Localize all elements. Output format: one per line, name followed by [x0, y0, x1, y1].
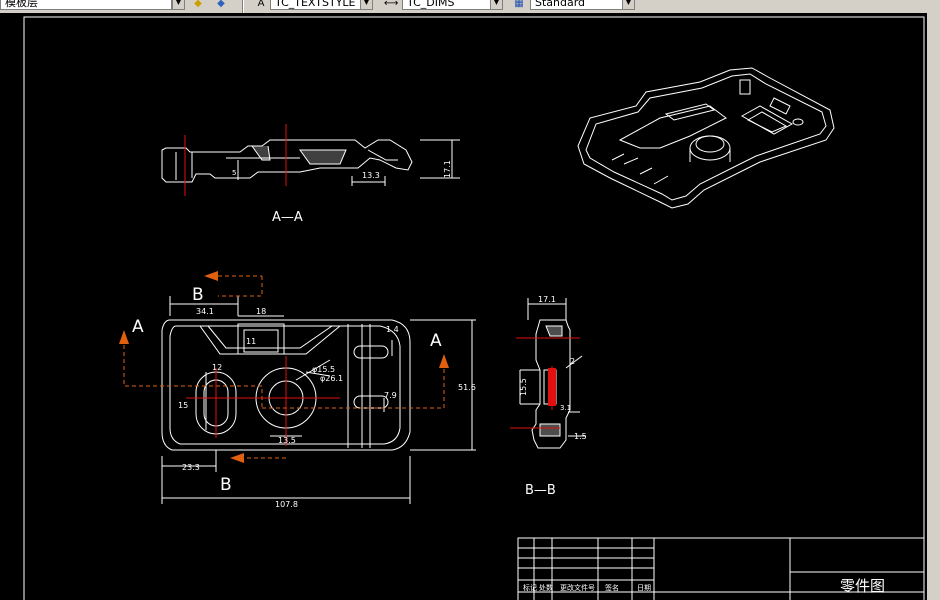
aa-center-lines — [184, 124, 287, 196]
layer-dropdown-arrow[interactable]: ▼ — [172, 0, 185, 10]
dim-11: 11 — [246, 337, 256, 346]
layer-states-icon[interactable]: ◆ — [191, 0, 205, 10]
dim-51-6: 51.6 — [458, 383, 476, 392]
text-style-dropdown[interactable]: TC_TEXTSTYLE — [270, 0, 370, 10]
dim-style-icon[interactable]: ⟷ — [384, 0, 398, 10]
table-style-dropdown[interactable]: Standard — [530, 0, 632, 10]
front-view — [161, 296, 476, 504]
title-block-title: 零件图 — [840, 577, 885, 595]
table-style-dropdown-arrow[interactable]: ▼ — [622, 0, 635, 10]
section-aa-view — [161, 139, 460, 186]
cut-label-a-right: A — [430, 331, 442, 351]
cut-label-a-left: A — [132, 317, 144, 337]
dim-style-dropdown[interactable]: TC_DIMS — [402, 0, 500, 10]
dim-bb-15-5: 15.5 — [519, 378, 528, 396]
dim-bb-2: 2 — [570, 357, 575, 366]
dim-15: 15 — [178, 401, 188, 410]
dim-bb-1-5: 1.5 — [574, 432, 587, 441]
dim-12: 12 — [212, 363, 222, 372]
bb-red-fill — [548, 368, 556, 406]
drawing-frame — [23, 16, 925, 600]
dim-34-1: 34.1 — [196, 307, 214, 316]
dim-13-5: 13.5 — [278, 436, 296, 445]
dim-style-dropdown-arrow[interactable]: ▼ — [490, 0, 503, 10]
layer-dropdown[interactable]: 模板层 — [0, 0, 172, 10]
dim-1-4: 1.4 — [386, 325, 399, 334]
vertical-scrollbar[interactable] — [927, 13, 940, 600]
layer-previous-icon[interactable]: ◆ — [214, 0, 228, 10]
cut-lines — [123, 276, 445, 459]
text-style-icon[interactable]: A — [254, 0, 268, 10]
section-aa-label: A—A — [272, 210, 303, 225]
cut-label-b-bottom: B — [220, 475, 232, 495]
toolbar: 模板层 ▼ ◆ ◆ A TC_TEXTSTYLE ▼ ⟷ TC_DIMS ▼ ▦… — [0, 0, 940, 14]
dim-d15-5: φ15.5 — [312, 365, 335, 374]
cut-label-b-top: B — [192, 285, 204, 305]
dim-aa-height: 17.1 — [443, 160, 452, 178]
isometric-view — [577, 67, 835, 209]
dim-bb-17-1: 17.1 — [538, 295, 556, 304]
title-row-label-3: 更改文件号 — [560, 583, 595, 592]
table-style-icon[interactable]: ▦ — [512, 0, 526, 10]
dim-23-3: 23.3 — [182, 463, 200, 472]
title-row-label-5: 日期 — [637, 584, 651, 592]
toolbar-separator — [242, 0, 244, 13]
title-row-label-4: 签名 — [605, 583, 619, 592]
dim-18: 18 — [256, 307, 266, 316]
text-style-dropdown-arrow[interactable]: ▼ — [360, 0, 373, 10]
dim-aa-small: 5 — [232, 169, 236, 177]
dim-7-9: 7.9 — [384, 391, 397, 400]
dim-bb-3-1: 3.1 — [560, 404, 571, 412]
dim-aa-width: 13.3 — [362, 171, 380, 180]
dim-d26-1: φ26.1 — [320, 374, 343, 383]
drawing-canvas[interactable]: 17.1 13.3 5 A—A A A B B 34.1 18 11 12 15… — [0, 13, 940, 600]
section-bb-label: B—B — [525, 483, 556, 498]
title-row-label-1: 标记 — [523, 583, 537, 592]
dim-107-8: 107.8 — [275, 500, 298, 509]
title-row-label-2: 处数 — [539, 583, 553, 592]
drawing-svg: 17.1 13.3 5 A—A A A B B 34.1 18 11 12 15… — [23, 16, 925, 600]
